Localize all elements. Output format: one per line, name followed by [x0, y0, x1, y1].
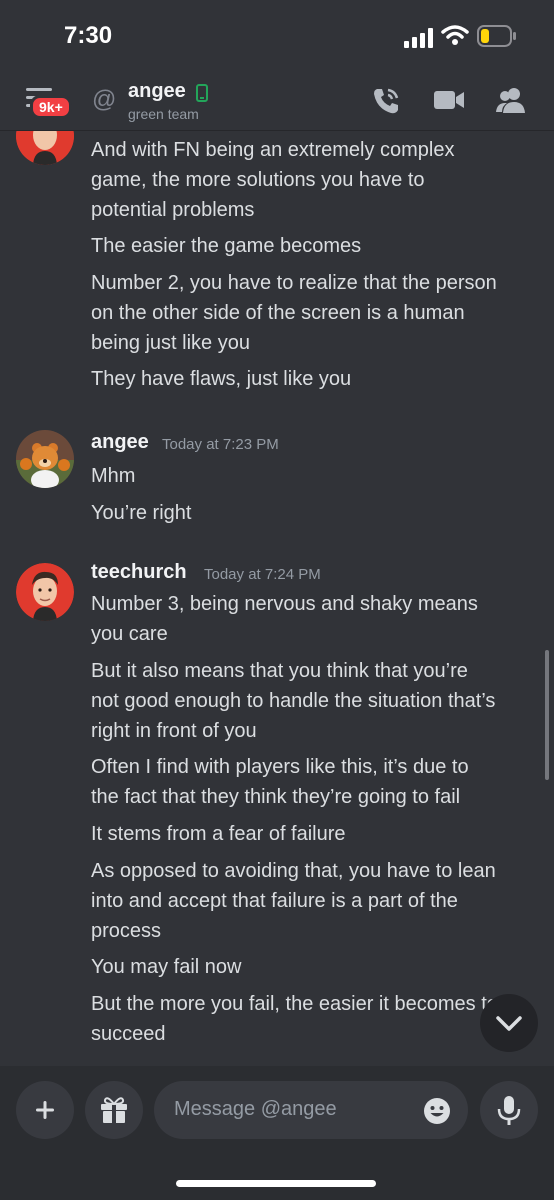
message-line: The easier the game becomes: [91, 235, 362, 257]
message-line: But the more you fail, the easier it bec…: [91, 993, 498, 1015]
message-list[interactable]: And with FN being an extremely complex g…: [0, 131, 554, 1066]
avatar-angee[interactable]: [16, 430, 74, 488]
gift-icon: [101, 1097, 127, 1123]
message-line: They have flaws, just like you: [91, 368, 352, 390]
message-line: Often I find with players like this, it’…: [91, 756, 469, 778]
add-attachment-button[interactable]: [16, 1081, 74, 1139]
message-line: you care: [91, 623, 168, 645]
message-line: Number 2, you have to realize that the p…: [91, 272, 497, 294]
members-icon[interactable]: [495, 86, 527, 114]
message-line: into and accept that failure is a part o…: [91, 890, 458, 912]
message-line: You’re right: [91, 502, 192, 524]
video-icon[interactable]: [433, 86, 465, 114]
dm-recipient-status: green team: [128, 106, 199, 122]
unread-badge: 9k+: [30, 95, 72, 119]
message-line: the fact that they think they’re going t…: [91, 786, 461, 808]
message-line: being just like you: [91, 332, 250, 354]
message-line: not good enough to handle the situation …: [91, 690, 496, 712]
message-line: But it also means that you think that yo…: [91, 660, 468, 682]
message-line: process: [91, 920, 162, 942]
chevron-down-icon: [496, 1016, 522, 1031]
mobile-status-icon: [196, 84, 208, 102]
message-line: You may fail now: [91, 956, 242, 978]
gift-button[interactable]: [85, 1081, 143, 1139]
voice-message-button[interactable]: [480, 1081, 538, 1139]
scrollbar[interactable]: [545, 650, 549, 780]
avatar-teechurch[interactable]: [16, 563, 74, 621]
status-bar: 7:30: [0, 0, 554, 72]
message-input[interactable]: Message @angee: [154, 1081, 468, 1139]
battery-icon: [477, 25, 516, 47]
message-line: game, the more solutions you have to: [91, 169, 425, 191]
microphone-icon: [497, 1096, 521, 1125]
emoji-icon[interactable]: [422, 1096, 452, 1126]
cellular-signal-icon: [404, 28, 433, 48]
message-timestamp: Today at 7:23 PM: [162, 436, 279, 453]
plus-icon: [36, 1101, 54, 1119]
message-line: succeed: [91, 1023, 166, 1045]
jump-to-latest-button[interactable]: [480, 994, 538, 1052]
at-icon: @: [92, 86, 117, 113]
message-line: Mhm: [91, 465, 136, 487]
status-time: 7:30: [64, 22, 113, 49]
avatar-person-image: [16, 563, 74, 621]
dm-recipient-name[interactable]: angee: [128, 80, 186, 103]
phone-icon[interactable]: [371, 86, 401, 116]
avatar-person-image: [16, 131, 74, 165]
message-timestamp: Today at 7:24 PM: [204, 566, 321, 583]
message-line: As opposed to avoiding that, you have to…: [91, 860, 496, 882]
message-author[interactable]: teechurch: [91, 561, 187, 584]
composer-bar: Message @angee: [0, 1066, 554, 1200]
message-input-placeholder: Message @angee: [174, 1098, 337, 1120]
avatar-bear-image: [16, 430, 74, 488]
message-line: right in front of you: [91, 720, 257, 742]
message-line: potential problems: [91, 199, 255, 221]
message-line: Number 3, being nervous and shaky means: [91, 593, 478, 615]
avatar-teechurch[interactable]: [16, 131, 74, 165]
message-author[interactable]: angee: [91, 431, 149, 454]
message-line: It stems from a fear of failure: [91, 823, 346, 845]
home-indicator: [176, 1180, 376, 1187]
message-line: And with FN being an extremely complex: [91, 139, 455, 161]
wifi-icon: [441, 25, 469, 45]
chat-header: 9k+ @ angee green team: [0, 72, 554, 131]
message-line: on the other side of the screen is a hum…: [91, 302, 465, 324]
